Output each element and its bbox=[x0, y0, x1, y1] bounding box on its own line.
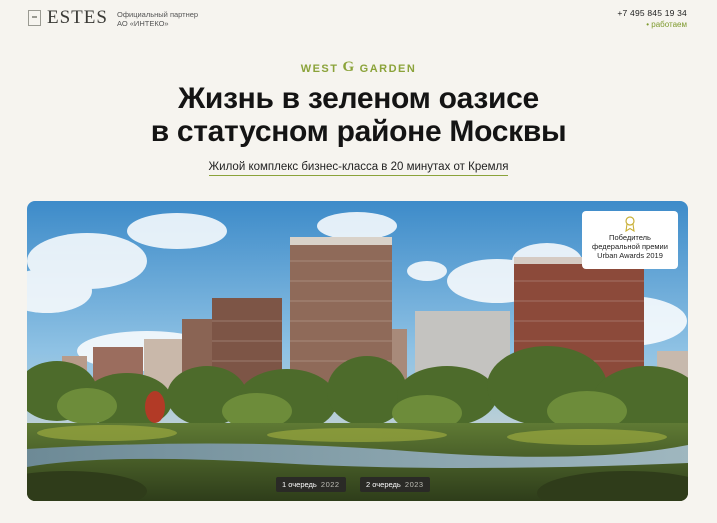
page-title: Жизнь в зеленом оазисе в статусном район… bbox=[0, 82, 717, 148]
award-line-1: Победитель bbox=[609, 233, 651, 242]
hero-image: Победитель федеральной премии Urban Awar… bbox=[27, 201, 688, 501]
west-garden-logo: WEST G GARDEN bbox=[0, 59, 717, 77]
phase-2-label: 2 очередь bbox=[366, 480, 401, 489]
award-line-2: федеральной премии bbox=[592, 242, 668, 251]
title-line-1: Жизнь в зеленом оазисе bbox=[178, 82, 539, 115]
partner-line-1: Официальный партнер bbox=[117, 10, 199, 19]
phase-2-year: 2023 bbox=[404, 480, 424, 489]
estes-logo[interactable]: ESTES bbox=[28, 7, 108, 29]
award-badge: Победитель федеральной премии Urban Awar… bbox=[582, 211, 678, 269]
award-line-3: Urban Awards 2019 bbox=[597, 251, 663, 260]
phase-1-year: 2022 bbox=[320, 480, 340, 489]
phone-link[interactable]: +7 495 845 19 34 bbox=[617, 8, 687, 18]
brand-left: WEST bbox=[300, 62, 339, 75]
phase-1-badge[interactable]: 1 очередь 2022 bbox=[276, 477, 346, 492]
logo-text: ESTES bbox=[47, 7, 108, 28]
brand-right: GARDEN bbox=[359, 62, 417, 75]
logo-mark-icon bbox=[28, 10, 41, 26]
award-medal-icon bbox=[625, 216, 635, 232]
partner-info: Официальный партнер АО «ИНТЕКО» bbox=[117, 10, 198, 28]
subtitle-text: Жилой комплекс бизнес-класса в 20 минута… bbox=[208, 161, 509, 176]
phase-2-badge[interactable]: 2 очередь 2023 bbox=[360, 477, 430, 492]
title-line-2: в статусном районе Москвы bbox=[150, 115, 567, 148]
header: ESTES Официальный партнер АО «ИНТЕКО» +7… bbox=[0, 0, 717, 40]
work-status: • работаем bbox=[646, 20, 687, 29]
brand-mark-icon: G bbox=[342, 59, 356, 75]
phase-1-label: 1 очередь bbox=[282, 480, 317, 489]
partner-line-2: АО «ИНТЕКО» bbox=[117, 19, 169, 28]
page-subtitle: Жилой комплекс бизнес-класса в 20 минута… bbox=[0, 161, 717, 176]
